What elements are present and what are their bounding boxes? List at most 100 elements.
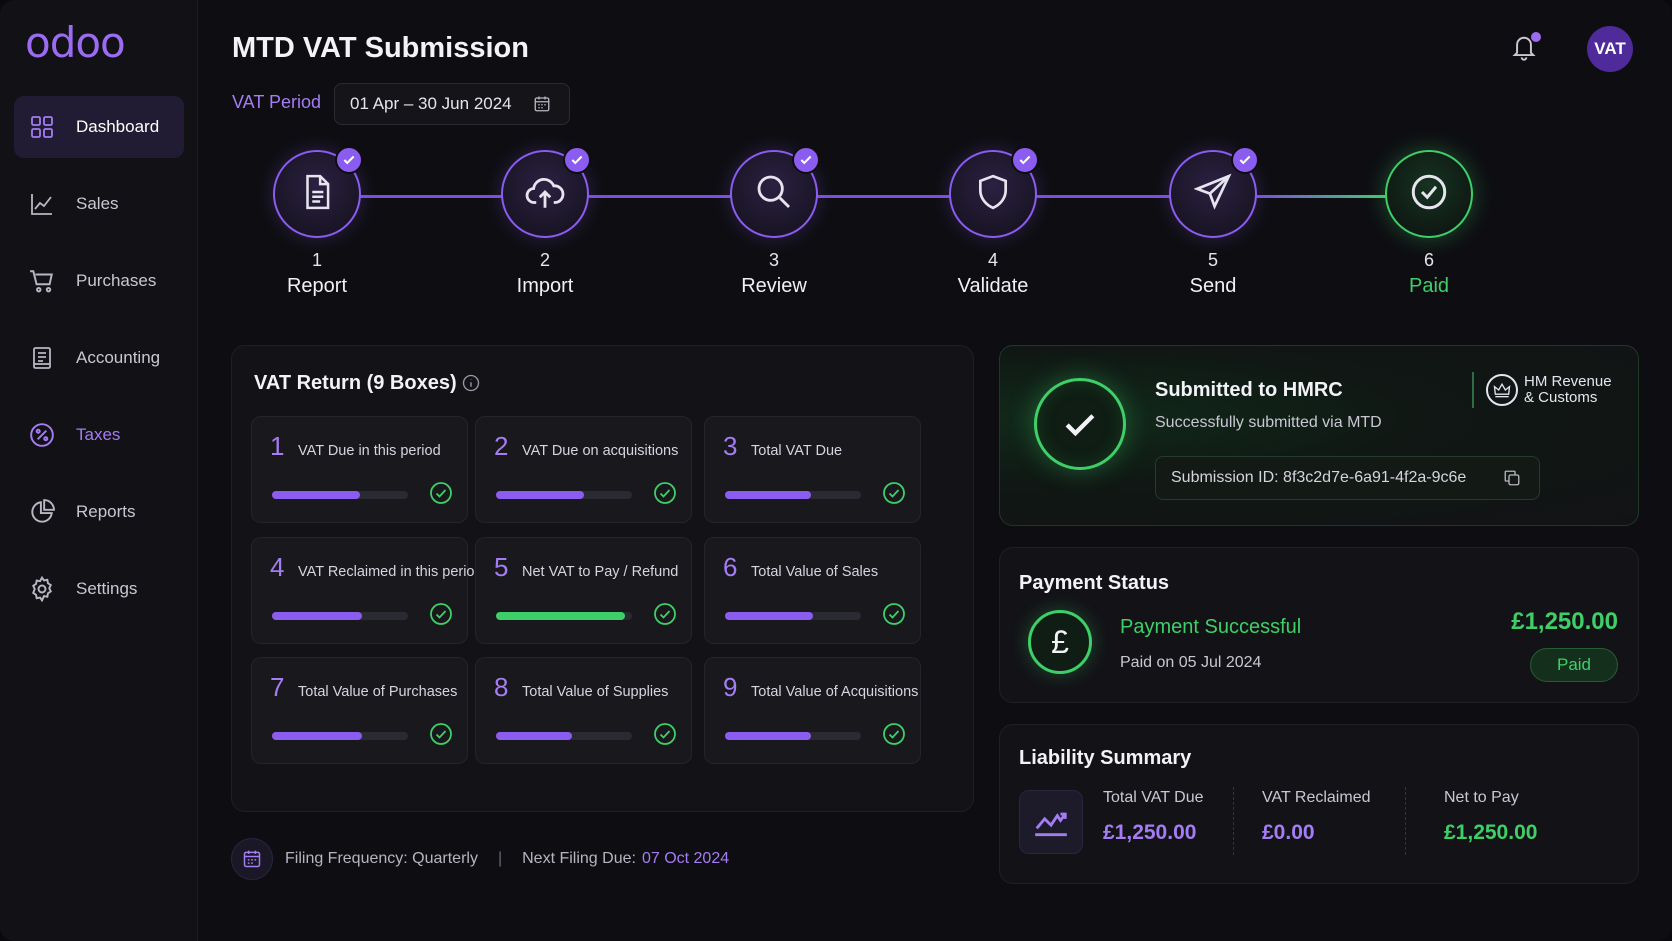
payment-status-panel: Payment Status £ Payment Successful Paid…	[999, 547, 1639, 703]
percent-icon	[28, 421, 56, 449]
notification-dot	[1531, 32, 1541, 42]
chart-trend-icon	[1019, 790, 1083, 854]
check-circle-icon	[429, 481, 453, 510]
step-name: Paid	[1408, 275, 1450, 297]
vat-return-title: VAT Return (9 Boxes)	[254, 372, 457, 394]
app-window: odoo Dashboard Sales Purchases Accountin…	[0, 0, 1672, 941]
crown-crest-icon	[1486, 374, 1518, 406]
step-name: Send	[1189, 275, 1237, 297]
vat-box-4[interactable]: 4 VAT Reclaimed in this period	[251, 537, 483, 644]
vat-box-number: 2	[494, 431, 509, 461]
check-circle-icon	[653, 602, 677, 631]
page-title: MTD VAT Submission	[232, 32, 529, 64]
main-content: MTD VAT Submission VAT Period 01 Apr – 3…	[198, 0, 1672, 941]
sidebar-item-accounting[interactable]: Accounting	[14, 327, 184, 389]
vat-box-label: Total Value of Sales	[751, 564, 879, 580]
vat-box-label: Total Value of Supplies	[522, 684, 669, 700]
vat-period-picker[interactable]: 01 Apr – 30 Jun 2024	[334, 83, 570, 125]
sidebar-item-dashboard[interactable]: Dashboard	[14, 96, 184, 158]
check-circle-icon	[882, 602, 906, 631]
sidebar-item-settings[interactable]: Settings	[14, 558, 184, 620]
sidebar: odoo Dashboard Sales Purchases Accountin…	[0, 0, 198, 941]
vat-box-progress	[496, 732, 632, 740]
vat-box-progress	[725, 491, 861, 499]
vat-box-6[interactable]: 6 Total Value of Sales	[704, 537, 921, 644]
filing-frequency: Filing Frequency: Quarterly	[285, 850, 478, 867]
vat-box-label: Total Value of Acquisitions	[751, 684, 919, 700]
liability-value: £1,250.00	[1103, 821, 1197, 844]
info-icon[interactable]	[462, 374, 480, 397]
avatar[interactable]: VAT	[1587, 26, 1633, 72]
liability-label: Total VAT Due	[1103, 789, 1204, 806]
step-complete-check-icon	[1231, 146, 1259, 174]
hmrc-logo-text: HM Revenue & Customs	[1524, 374, 1612, 406]
sidebar-item-purchases[interactable]: Purchases	[14, 250, 184, 312]
vat-period-value: 01 Apr – 30 Jun 2024	[350, 94, 512, 113]
hmrc-logo: HM Revenue & Customs	[1472, 372, 1612, 408]
sidebar-item-reports[interactable]: Reports	[14, 481, 184, 543]
step-name: Review	[741, 275, 807, 297]
vat-box-9[interactable]: 9 Total Value of Acquisitions	[704, 657, 921, 764]
grid-icon	[28, 113, 56, 141]
step-complete-check-icon	[1011, 146, 1039, 174]
document-icon	[298, 173, 336, 216]
next-filing-label: Next Filing Due:	[522, 850, 636, 867]
vat-box-progress-fill	[496, 612, 626, 620]
step-complete-check-icon	[335, 146, 363, 174]
filing-footer: Filing Frequency: Quarterly | Next Filin…	[231, 838, 729, 880]
check-circle-icon	[653, 481, 677, 510]
check-circle-icon	[1408, 171, 1450, 218]
vat-box-progress	[272, 491, 408, 499]
step-circle	[730, 146, 820, 238]
vat-box-label: VAT Reclaimed in this period	[298, 564, 483, 580]
paper-plane-icon	[1193, 173, 1232, 216]
vat-box-label: Net VAT to Pay / Refund	[522, 564, 679, 580]
vat-box-5[interactable]: 5 Net VAT to Pay / Refund	[475, 537, 692, 644]
liability-value: £1,250.00	[1444, 821, 1538, 844]
sidebar-item-label: Reports	[76, 502, 136, 521]
sidebar-item-taxes[interactable]: Taxes	[14, 404, 184, 466]
calendar-icon[interactable]	[533, 95, 551, 118]
vat-box-2[interactable]: 2 VAT Due on acquisitions	[475, 416, 692, 523]
vat-box-progress	[272, 612, 408, 620]
step-report[interactable]: 1 Report	[257, 146, 377, 298]
cart-icon	[28, 267, 56, 295]
step-import[interactable]: 2 Import	[485, 146, 605, 298]
vat-box-1[interactable]: 1 VAT Due in this period	[251, 416, 468, 523]
divider	[1405, 787, 1406, 855]
search-icon	[754, 172, 794, 217]
vat-box-3[interactable]: 3 Total VAT Due	[704, 416, 921, 523]
vat-period-label: VAT Period	[232, 92, 322, 112]
vat-box-progress-fill	[272, 732, 362, 740]
step-paid[interactable]: 6 Paid	[1369, 150, 1489, 298]
vat-box-8[interactable]: 8 Total Value of Supplies	[475, 657, 692, 764]
hmrc-logo-line2: & Customs	[1524, 389, 1598, 406]
vat-box-progress-fill	[272, 612, 362, 620]
vat-box-number: 3	[723, 431, 738, 461]
divider	[1233, 787, 1234, 855]
check-circle-icon	[653, 722, 677, 751]
vat-box-progress	[725, 732, 861, 740]
odoo-logo[interactable]: odoo	[25, 18, 126, 67]
vat-box-7[interactable]: 7 Total Value of Purchases	[251, 657, 468, 764]
copy-icon[interactable]	[1503, 469, 1521, 492]
vat-box-progress-fill	[496, 491, 585, 499]
sidebar-item-label: Settings	[76, 579, 138, 598]
check-circle-icon	[429, 602, 453, 631]
payment-date: Paid on 05 Jul 2024	[1120, 654, 1262, 671]
status-badge: Paid	[1530, 648, 1618, 682]
step-send[interactable]: 5 Send	[1153, 146, 1273, 298]
liability-net-to-pay: Net to Pay £1,250.00	[1444, 789, 1537, 845]
vat-box-number: 4	[270, 552, 285, 582]
vat-box-progress-fill	[496, 732, 573, 740]
sidebar-item-sales[interactable]: Sales	[14, 173, 184, 235]
liability-summary-title: Liability Summary	[1019, 747, 1192, 769]
liability-summary-panel: Liability Summary Total VAT Due £1,250.0…	[999, 724, 1639, 884]
step-review[interactable]: 3 Review	[714, 146, 834, 298]
step-validate[interactable]: 4 Validate	[933, 146, 1053, 298]
step-number: 4	[987, 250, 998, 270]
step-complete-check-icon	[792, 146, 820, 174]
sidebar-item-label: Purchases	[76, 271, 157, 290]
liability-total-vat-due: Total VAT Due £1,250.00	[1103, 789, 1204, 845]
vat-box-label: VAT Due in this period	[298, 443, 441, 459]
